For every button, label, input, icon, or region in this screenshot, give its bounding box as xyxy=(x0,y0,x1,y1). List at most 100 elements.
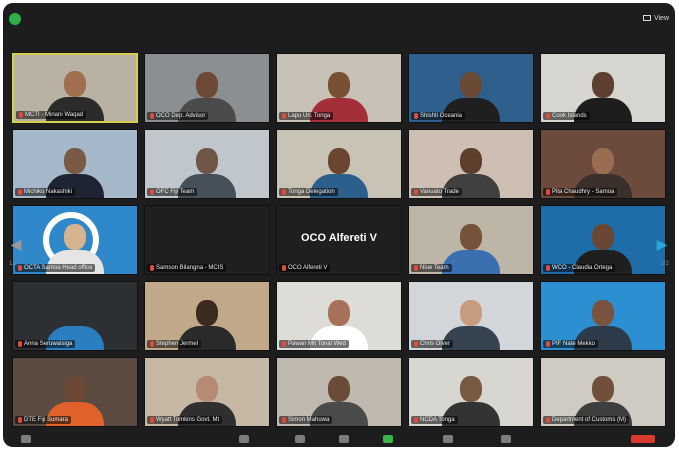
participant-name: WCO - Claudia Ortega xyxy=(552,265,613,271)
participant-tile[interactable]: Wyatt Tomkins Govt. Mt xyxy=(144,357,270,427)
participant-tile[interactable]: Pita Chaudhry - Samoa xyxy=(540,129,666,199)
mute-icon[interactable] xyxy=(21,435,31,443)
participant-name-label: OCO Dep. Advisor xyxy=(147,112,209,120)
security-shield-icon[interactable] xyxy=(9,13,21,25)
record-icon[interactable] xyxy=(443,435,453,443)
participant-name: OCTA Samoa Head office xyxy=(24,265,93,271)
participant-name-label: Vanuatu Trade xyxy=(411,188,462,196)
participant-name-label: Stephen Jermel xyxy=(147,340,202,348)
muted-mic-icon xyxy=(150,341,154,347)
participants-icon[interactable] xyxy=(295,435,305,443)
muted-mic-icon xyxy=(282,265,286,271)
bottom-toolbar xyxy=(3,429,675,447)
participant-name-label: OFC Fiji Team xyxy=(147,188,198,196)
participant-name-label: Shishti Oceania xyxy=(411,112,466,120)
participant-name-label: Lapu Un. Tonga xyxy=(279,112,334,120)
participant-name: Tonga Delegation xyxy=(288,189,335,195)
participant-name-label: Pita Chaudhry - Samoa xyxy=(543,188,618,196)
participant-name-label: WCO - Claudia Ortega xyxy=(543,264,616,272)
participant-name: MCTI - Minani Waqad xyxy=(25,112,84,118)
participant-name-label: Samson Bilangna - MCIS xyxy=(147,264,227,272)
participant-name-label: DTE Fiji Sumara xyxy=(15,416,72,424)
participant-tile[interactable]: Samson Bilangna - MCIS xyxy=(144,205,270,275)
participant-tile[interactable]: Michiko Nakashiki xyxy=(12,129,138,199)
participant-name: PIF Nate Mekko xyxy=(552,341,596,347)
muted-mic-icon xyxy=(19,112,23,118)
participant-tile[interactable]: Simon Mahuwa xyxy=(276,357,402,427)
muted-mic-icon xyxy=(546,417,550,423)
gallery-grid: MCTI - Minani Waqad OCO Dep. Advisor Lapu … xyxy=(12,53,666,427)
participant-name: Pita Chaudhry - Samoa xyxy=(552,189,615,195)
participant-tile[interactable]: OCTA Samoa Head office xyxy=(12,205,138,275)
participant-tile[interactable]: Niue Team xyxy=(408,205,534,275)
participant-tile[interactable]: Anna Seruwaisiga xyxy=(12,281,138,351)
participant-name: Anna Seruwaisiga xyxy=(24,341,73,347)
participant-name: Stephen Jermel xyxy=(156,341,199,347)
leave-button[interactable] xyxy=(631,435,655,443)
participant-name-label: OCTA Samoa Head office xyxy=(15,264,96,272)
muted-mic-icon xyxy=(546,113,550,119)
participant-name-label: MCTI - Minani Waqad xyxy=(16,111,87,119)
muted-mic-icon xyxy=(414,189,418,195)
muted-mic-icon xyxy=(414,113,418,119)
participant-tile[interactable]: Stephen Jermel xyxy=(144,281,270,351)
participant-name-label: Niue Team xyxy=(411,264,452,272)
muted-mic-icon xyxy=(282,417,286,423)
zoom-meeting-window: View MCTI - Minani Waqad OCO Dep. Advisor… xyxy=(3,3,675,447)
participant-tile[interactable]: Department of Customs (M) xyxy=(540,357,666,427)
participant-tile[interactable]: Pawan Mit Tonal Wed xyxy=(276,281,402,351)
reactions-icon[interactable] xyxy=(501,435,511,443)
participant-tile[interactable]: Lapu Un. Tonga xyxy=(276,53,402,123)
participant-tile[interactable]: Vanuatu Trade xyxy=(408,129,534,199)
chat-icon[interactable] xyxy=(339,435,349,443)
participant-tile[interactable]: MCTI - Minani Waqad xyxy=(12,53,138,123)
muted-mic-icon xyxy=(18,265,22,271)
participant-tile[interactable]: Cook Islands xyxy=(540,53,666,123)
muted-mic-icon xyxy=(150,265,154,271)
participant-tile[interactable]: Shishti Oceania xyxy=(408,53,534,123)
muted-mic-icon xyxy=(546,341,550,347)
participant-name-label: NCDA Tonga xyxy=(411,416,458,424)
muted-mic-icon xyxy=(546,265,550,271)
participant-name: Pawan Mit Tonal Wed xyxy=(288,341,346,347)
participant-name-label: OCO Alfereti V xyxy=(279,264,331,272)
participant-name-label: Wyatt Tomkins Govt. Mt xyxy=(147,416,223,424)
muted-mic-icon xyxy=(18,189,22,195)
muted-mic-icon xyxy=(414,341,418,347)
participant-tile[interactable]: OFC Fiji Team xyxy=(144,129,270,199)
participant-tile[interactable]: OCO Dep. Advisor xyxy=(144,53,270,123)
participant-name-label: Chris Olver xyxy=(411,340,454,348)
participant-name: OCO Dep. Advisor xyxy=(156,113,206,119)
participant-display-name: OCO Alfereti V xyxy=(301,232,377,244)
participant-tile[interactable]: NCDA Tonga xyxy=(408,357,534,427)
participant-tile[interactable]: OCO Alfereti V OCO Alfereti V xyxy=(276,205,402,275)
participant-name-label: Tonga Delegation xyxy=(279,188,338,196)
participant-tile[interactable]: PIF Nate Mekko xyxy=(540,281,666,351)
next-page-button[interactable]: ▶ xyxy=(655,229,669,259)
top-bar: View xyxy=(3,3,675,43)
participant-name: Simon Mahuwa xyxy=(288,417,330,423)
participant-tile[interactable]: Tonga Delegation xyxy=(276,129,402,199)
view-label: View xyxy=(653,14,669,22)
muted-mic-icon xyxy=(150,113,154,119)
previous-page-button[interactable]: ◀ xyxy=(9,229,23,259)
participant-tile[interactable]: Chris Olver xyxy=(408,281,534,351)
participant-name: Michiko Nakashiki xyxy=(24,189,73,195)
participant-name-label: Pawan Mit Tonal Wed xyxy=(279,340,349,348)
participant-name-label: Anna Seruwaisiga xyxy=(15,340,76,348)
participant-name: Wyatt Tomkins Govt. Mt xyxy=(156,417,220,423)
participant-tile[interactable]: WCO - Claudia Ortega xyxy=(540,205,666,275)
muted-mic-icon xyxy=(546,189,550,195)
participant-name-label: Department of Customs (M) xyxy=(543,416,630,424)
muted-mic-icon xyxy=(414,265,418,271)
view-button[interactable]: View xyxy=(642,11,669,25)
participant-name: Vanuatu Trade xyxy=(420,189,459,195)
participant-name: OFC Fiji Team xyxy=(156,189,195,195)
page-indicator-right: 1/2 xyxy=(660,261,669,267)
participant-name-label: Michiko Nakashiki xyxy=(15,188,76,196)
security-icon[interactable] xyxy=(239,435,249,443)
muted-mic-icon xyxy=(18,341,22,347)
participant-tile[interactable]: DTE Fiji Sumara xyxy=(12,357,138,427)
muted-mic-icon xyxy=(150,189,154,195)
share-screen-icon[interactable] xyxy=(383,435,393,443)
